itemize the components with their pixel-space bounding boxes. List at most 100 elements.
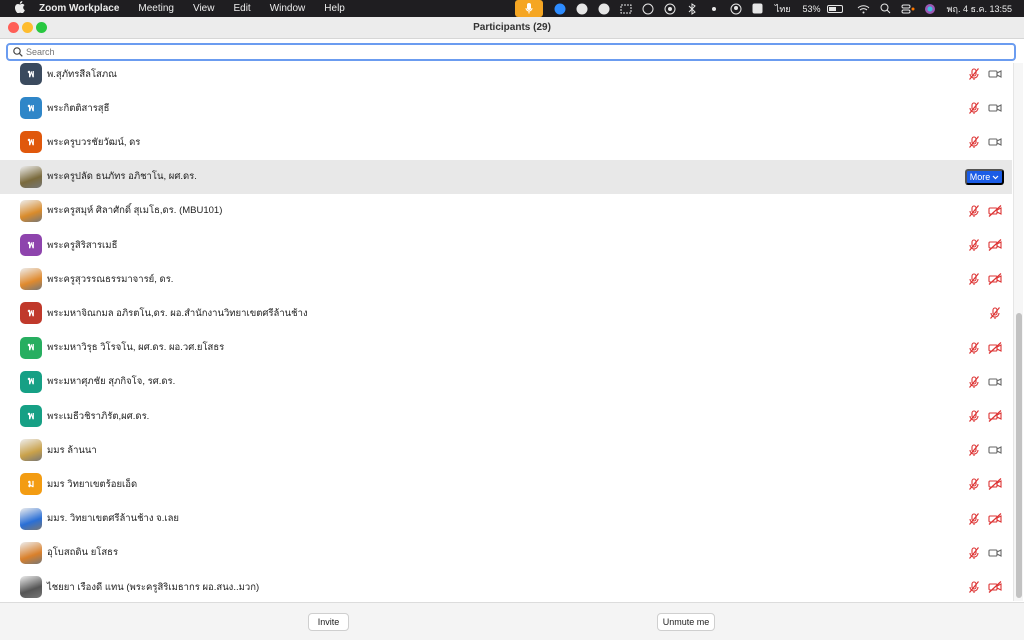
participant-name: พระครูสิริสารเมธี xyxy=(47,239,118,251)
avatar xyxy=(20,541,42,564)
mic-muted-icon[interactable] xyxy=(967,512,981,526)
mic-muted-icon[interactable] xyxy=(967,101,981,115)
screen-capture-icon[interactable] xyxy=(615,0,637,17)
video-off-icon[interactable] xyxy=(988,580,1002,594)
mic-muted-icon[interactable] xyxy=(967,341,981,355)
mic-muted-icon[interactable] xyxy=(967,546,981,560)
avatar: พ xyxy=(20,131,42,154)
control-center-icon[interactable] xyxy=(897,0,919,17)
wifi-icon[interactable] xyxy=(853,0,875,17)
participant-list[interactable]: พพ.สุภัทรสีลโสภณพพระกิตติสารสุธีพพระครูบ… xyxy=(0,63,1012,601)
mic-muted-icon[interactable] xyxy=(967,67,981,81)
participant-row[interactable]: พ พระเมธีวชิราภิรัต,ผศ.ดร. xyxy=(0,399,1012,433)
siri-icon[interactable] xyxy=(919,0,941,17)
scrollbar-thumb[interactable] xyxy=(1016,313,1022,598)
avatar: พ xyxy=(20,405,42,427)
search-box[interactable] xyxy=(6,43,1016,61)
participant-row[interactable]: พ พระมหาวิรุธ วิโรจโน, ผศ.ดร. ผอ.วศ.ยโสธร xyxy=(0,331,1012,365)
video-camera-icon[interactable] xyxy=(988,546,1002,560)
apple-icon[interactable] xyxy=(13,1,27,16)
search-input[interactable] xyxy=(26,47,986,57)
menu-edit[interactable]: Edit xyxy=(233,3,250,14)
mic-muted-icon[interactable] xyxy=(967,580,981,594)
video-off-icon[interactable] xyxy=(988,204,1002,218)
video-camera-icon[interactable] xyxy=(988,67,1002,81)
music-icon[interactable] xyxy=(593,0,615,17)
avatar xyxy=(20,268,42,291)
video-off-icon[interactable] xyxy=(988,272,1002,286)
avatar: พ xyxy=(20,302,42,325)
participant-row[interactable]: ไชยยา เรืองดี แทน (พระครูสิริเมธากร ผอ.ส… xyxy=(0,570,1012,601)
participant-name: พระมหาวิรุธ วิโรจโน, ผศ.ดร. ผอ.วศ.ยโสธร xyxy=(47,342,225,354)
participant-name: พระมหาศุภชัย สุภกิจโจ, รศ.ดร. xyxy=(47,376,176,388)
mic-muted-icon[interactable] xyxy=(967,204,981,218)
mic-muted-icon[interactable] xyxy=(967,135,981,149)
mic-muted-icon[interactable] xyxy=(967,443,981,457)
participant-name: พระครูบวรชัยวัฒน์, ดร xyxy=(47,136,141,148)
battery-icon[interactable] xyxy=(826,4,843,13)
video-camera-icon[interactable] xyxy=(988,101,1002,115)
participant-row[interactable]: พ พระครูสิริสารเมธี xyxy=(0,228,1012,262)
avatar xyxy=(20,439,42,462)
participant-name: พระครูสมุห์ ศิลาศักดิ์ สุเมโธ,ดร. (MBU10… xyxy=(47,205,223,217)
mic-muted-icon[interactable] xyxy=(967,375,981,389)
search-icon xyxy=(10,47,26,57)
video-off-icon[interactable] xyxy=(988,238,1002,252)
participant-row[interactable]: พ พระมหาศุภชัย สุภกิจโจ, รศ.ดร. xyxy=(0,365,1012,399)
video-camera-icon[interactable] xyxy=(988,135,1002,149)
avatar: พ xyxy=(20,97,42,120)
participant-name: มมร ล้านนา xyxy=(47,444,97,456)
line-app-icon[interactable] xyxy=(571,0,593,17)
participant-name: ไชยยา เรืองดี แทน (พระครูสิริเมธากร ผอ.ส… xyxy=(47,581,260,593)
participant-row[interactable]: พ พ.สุภัทรสีลโสภณ xyxy=(0,63,1012,91)
mic-muted-icon[interactable] xyxy=(967,272,981,286)
unmute-me-button[interactable]: Unmute me xyxy=(657,613,715,631)
input-language[interactable]: ไทย xyxy=(775,2,791,16)
window-titlebar: Participants (29) xyxy=(0,17,1024,39)
video-camera-icon[interactable] xyxy=(988,375,1002,389)
avatar: พ xyxy=(20,63,42,85)
menu-meeting[interactable]: Meeting xyxy=(138,3,174,14)
microphone-icon[interactable] xyxy=(514,0,543,17)
zoom-status-icon[interactable] xyxy=(549,0,571,17)
invite-button[interactable]: Invite xyxy=(308,613,349,631)
avatar xyxy=(20,507,42,530)
participant-row[interactable]: มมร ล้านนา xyxy=(0,433,1012,467)
video-off-icon[interactable] xyxy=(988,477,1002,491)
participant-list-scrollbar[interactable] xyxy=(1013,63,1023,601)
airplay-icon[interactable] xyxy=(659,0,681,17)
window-title: Participants (29) xyxy=(473,22,551,33)
mic-muted-icon[interactable] xyxy=(988,306,1002,320)
participant-row[interactable]: พ พระครูบวรชัยวัฒน์, ดร xyxy=(0,125,1012,159)
video-off-icon[interactable] xyxy=(988,512,1002,526)
brightness-icon[interactable] xyxy=(703,0,725,17)
participant-row[interactable]: พระครูสุวรรณธรรมาจารย์, ดร. xyxy=(0,262,1012,296)
participant-row[interactable]: พระครูปลัด ธนภัทร อภิชาโน, ผศ.ดร. More xyxy=(0,159,1012,194)
more-button[interactable]: More xyxy=(965,168,1004,185)
menu-window[interactable]: Window xyxy=(270,3,306,14)
clock[interactable]: พฤ. 4 ธ.ค. 13:55 xyxy=(947,2,1012,16)
bluetooth-icon[interactable] xyxy=(681,0,703,17)
menu-view[interactable]: View xyxy=(193,3,215,14)
participant-row[interactable]: มมร. วิทยาเขตศรีล้านช้าง จ.เลย xyxy=(0,502,1012,536)
facebook-icon[interactable] xyxy=(637,0,659,17)
input-source-icon[interactable] xyxy=(747,0,769,17)
participant-name: พระครูสุวรรณธรรมาจารย์, ดร. xyxy=(47,273,174,285)
participant-row[interactable]: อุโบสถดิน ยโสธร xyxy=(0,536,1012,570)
video-camera-icon[interactable] xyxy=(988,443,1002,457)
video-off-icon[interactable] xyxy=(988,409,1002,423)
video-off-icon[interactable] xyxy=(988,341,1002,355)
participant-row[interactable]: พระครูสมุห์ ศิลาศักดิ์ สุเมโธ,ดร. (MBU10… xyxy=(0,194,1012,228)
participants-footer: Invite Unmute me xyxy=(0,602,1024,640)
mic-muted-icon[interactable] xyxy=(967,238,981,252)
user-account-icon[interactable] xyxy=(725,0,747,17)
participant-row[interactable]: พ พระมหาจิณกมล อภิรตโน,ดร. ผอ.สำนักงานวิท… xyxy=(0,296,1012,330)
participant-name: พระมหาจิณกมล อภิรตโน,ดร. ผอ.สำนักงานวิทย… xyxy=(47,307,308,319)
participant-row[interactable]: พ พระกิตติสารสุธี xyxy=(0,91,1012,125)
mic-muted-icon[interactable] xyxy=(967,477,981,491)
mic-muted-icon[interactable] xyxy=(967,409,981,423)
menu-zoom-workplace[interactable]: Zoom Workplace xyxy=(39,3,119,14)
menu-help[interactable]: Help xyxy=(324,3,345,14)
participant-row[interactable]: ม มมร วิทยาเขตร้อยเอ็ด xyxy=(0,467,1012,501)
spotlight-search-icon[interactable] xyxy=(875,0,897,17)
